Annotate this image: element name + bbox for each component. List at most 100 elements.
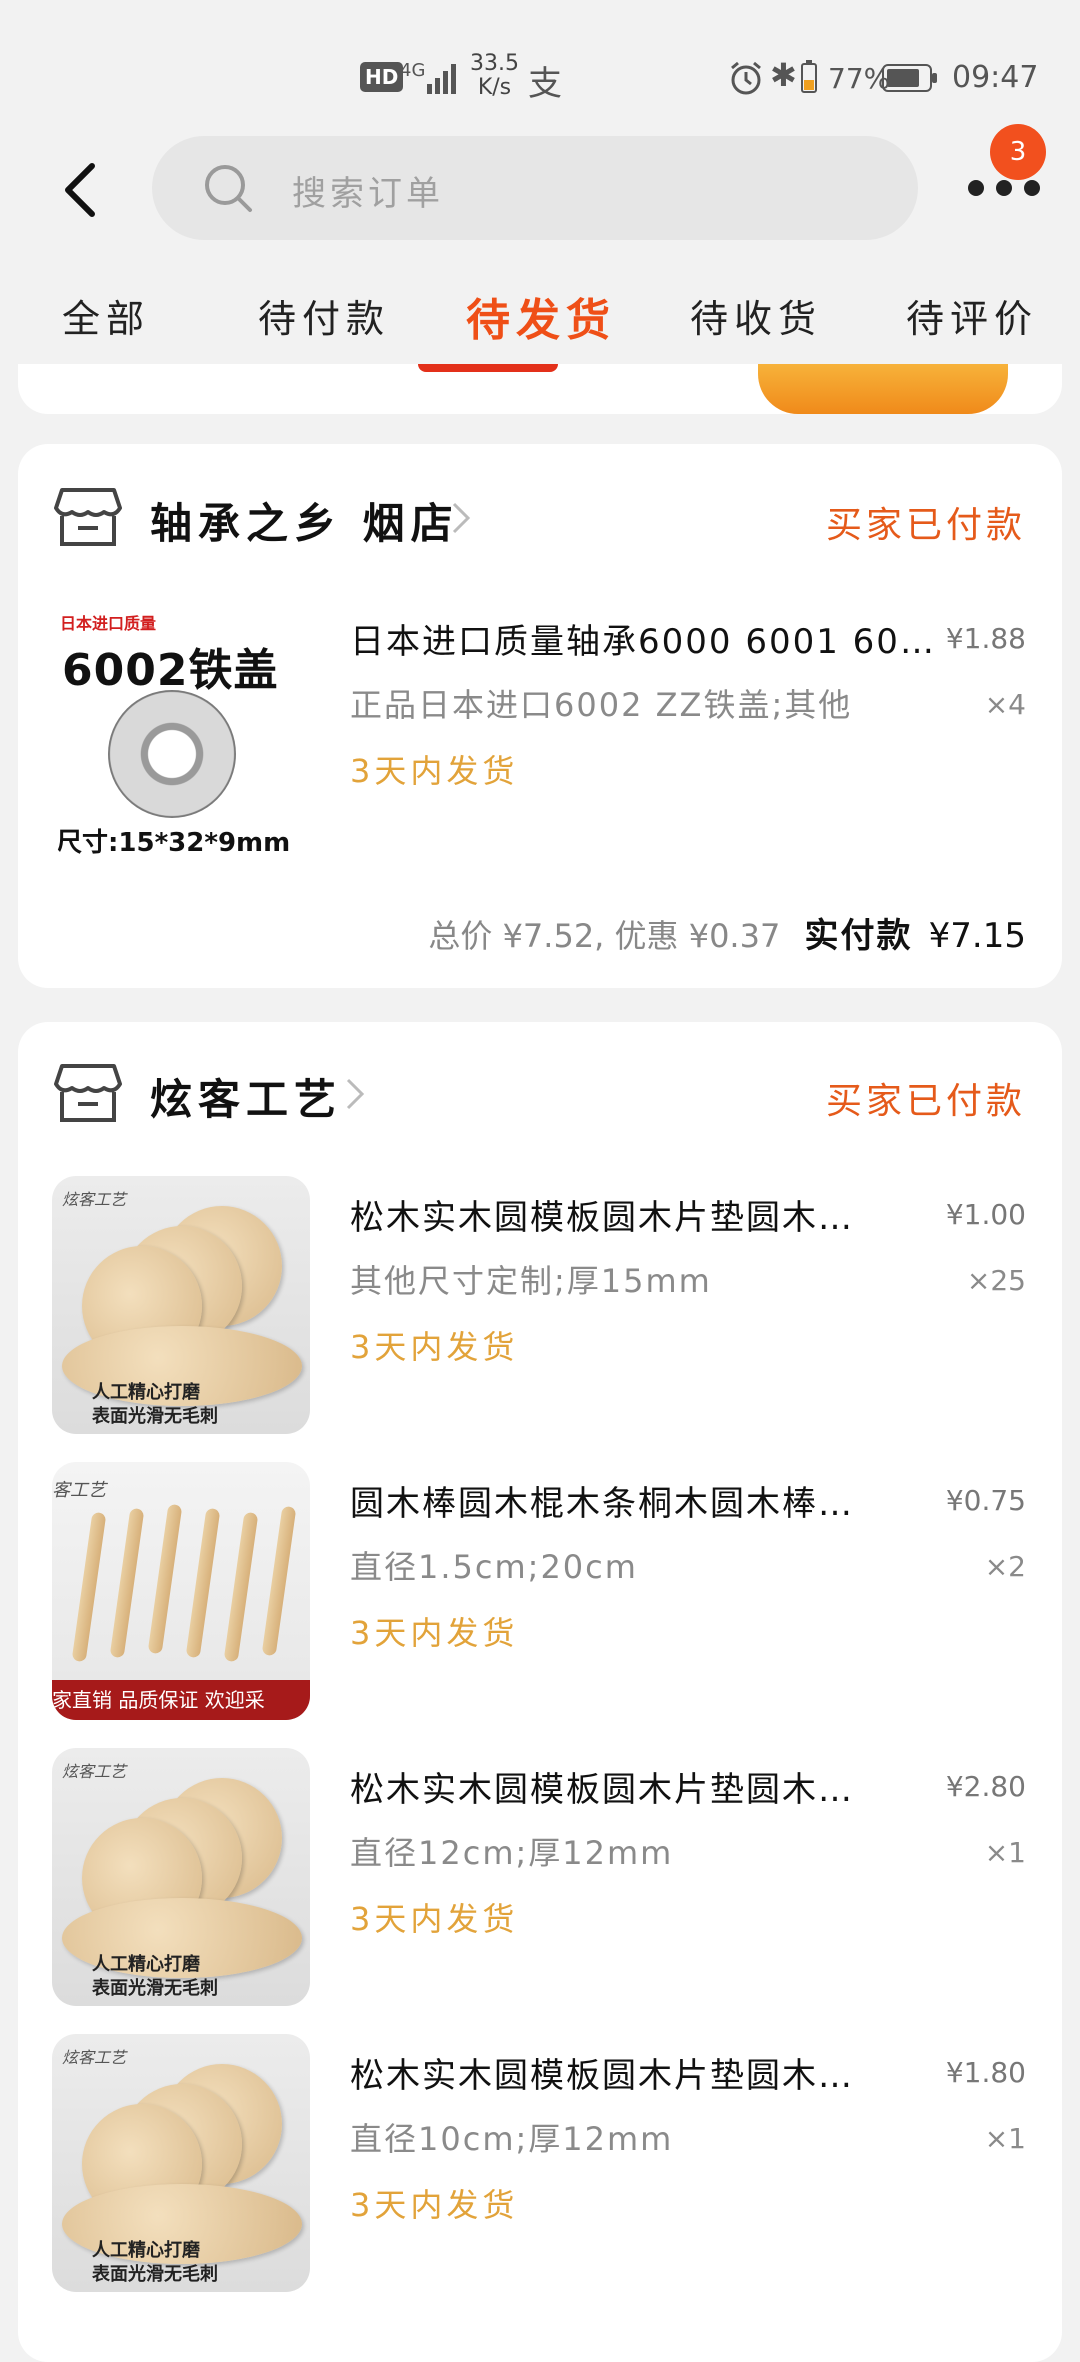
thumb-caption: 表面光滑无毛刺 <box>92 2264 218 2285</box>
product-price: ¥1.80 <box>945 2056 1026 2089</box>
product-quantity: ×25 <box>966 1264 1026 1297</box>
shop-name[interactable]: 炫客工艺 <box>150 1066 342 1127</box>
chevron-right-icon[interactable] <box>450 500 472 536</box>
product-title[interactable]: 松木实木圆模板圆木片垫圆木… <box>350 1762 950 1811</box>
wood-stick-image <box>185 1507 221 1659</box>
product-thumbnail[interactable]: 炫客工艺 人工精心打磨 表面光滑无毛刺 <box>52 2034 310 2292</box>
product-quantity: ×1 <box>984 1836 1026 1869</box>
network-speed: 33.5 K/s <box>470 52 519 100</box>
thumb-banner: 家直销 品质保证 欢迎采 <box>52 1680 310 1720</box>
product-thumbnail-fragment <box>758 364 1008 414</box>
wood-stick-image <box>223 1511 259 1663</box>
thumb-caption: 人工精心打磨 <box>92 1382 200 1403</box>
thumb-caption: 人工精心打磨 <box>92 1954 200 1975</box>
product-title[interactable]: 松木实木圆模板圆木片垫圆木… <box>350 1190 950 1239</box>
thumb-brand: 客工艺 <box>52 1480 106 1501</box>
wood-stick-image <box>109 1507 145 1659</box>
total-label: 总价 <box>428 917 493 955</box>
shop-icon <box>54 488 122 546</box>
thumb-caption: 表面光滑无毛刺 <box>92 1978 218 1999</box>
shipping-promise: 3天内发货 <box>350 752 519 790</box>
more-dot-icon <box>968 180 984 196</box>
product-spec: 直径1.5cm;20cm <box>350 1548 638 1586</box>
tab-pending-receipt[interactable]: 待收货 <box>690 288 822 343</box>
wood-stick-image <box>71 1511 107 1663</box>
shipping-promise: 3天内发货 <box>350 1614 519 1652</box>
product-spec: 正品日本进口6002 ZZ铁盖;其他 <box>350 686 853 724</box>
product-spec: 直径10cm;厚12mm <box>350 2120 674 2158</box>
alipay-icon: 支 <box>528 64 562 104</box>
search-icon <box>205 165 252 212</box>
search-input[interactable]: 搜索订单 <box>152 136 918 240</box>
wood-stick-image <box>147 1503 183 1655</box>
tab-pending-shipment[interactable]: 待发货 <box>466 284 616 348</box>
thumb-caption: 表面光滑无毛刺 <box>92 1406 218 1427</box>
order-tabs: 全部 待付款 待发货 待收货 待评价 <box>0 270 1080 360</box>
product-thumbnail[interactable]: 炫客工艺 人工精心打磨 表面光滑无毛刺 <box>52 1748 310 2006</box>
order-card[interactable]: 炫客工艺 买家已付款 炫客工艺 人工精心打磨 表面光滑无毛刺 松木实木圆模板圆木… <box>18 1022 1062 2362</box>
shipping-promise: 3天内发货 <box>350 1328 519 1366</box>
thumb-title: 6002铁盖 <box>62 645 279 696</box>
product-price: ¥0.75 <box>945 1484 1026 1517</box>
product-title[interactable]: 圆木棒圆木棍木条桐木圆木棒… <box>350 1476 950 1525</box>
network-type: 4G <box>400 60 426 81</box>
discount-label: 优惠 <box>614 917 679 955</box>
bearing-image <box>108 690 236 818</box>
product-thumbnail[interactable]: 客工艺 家直销 品质保证 欢迎采 <box>52 1462 310 1720</box>
discount-value: ¥0.37 <box>688 917 781 955</box>
speed-value: 33.5 <box>470 51 519 76</box>
clock: 09:47 <box>952 60 1039 95</box>
product-title[interactable]: 松木实木圆模板圆木片垫圆木… <box>350 2048 950 2097</box>
order-totals: 总价 ¥7.52, 优惠 ¥0.37 实付款 ¥7.15 <box>428 916 1026 956</box>
alarm-icon <box>731 61 761 95</box>
order-item[interactable]: 客工艺 家直销 品质保证 欢迎采 圆木棒圆木棍木条桐木圆木棒… 直径1.5cm;… <box>18 1462 1062 1722</box>
speed-unit: K/s <box>477 75 512 100</box>
notification-badge: 3 <box>990 124 1046 180</box>
paid-label: 实付款 <box>804 916 913 956</box>
product-quantity: ×2 <box>984 1550 1026 1583</box>
more-options-button[interactable] <box>964 180 1044 200</box>
order-item[interactable]: 炫客工艺 人工精心打磨 表面光滑无毛刺 松木实木圆模板圆木片垫圆木… 直径12c… <box>18 1748 1062 2008</box>
wood-stick-image <box>261 1505 297 1657</box>
product-thumbnail[interactable]: 炫客工艺 人工精心打磨 表面光滑无毛刺 <box>52 1176 310 1434</box>
product-price: ¥2.80 <box>945 1770 1026 1803</box>
shop-icon <box>54 1064 122 1122</box>
thumb-brand: 炫客工艺 <box>62 1762 127 1781</box>
thumb-caption: 人工精心打磨 <box>92 2240 200 2261</box>
back-arrow-icon[interactable] <box>60 160 104 220</box>
hd-indicator: HD <box>360 62 404 92</box>
order-status: 买家已付款 <box>825 505 1026 546</box>
thumb-size-label: 尺寸:15*32*9mm <box>56 828 291 858</box>
paid-value: ¥7.15 <box>928 916 1026 956</box>
battery-icon <box>882 64 937 92</box>
more-dot-icon <box>1024 180 1040 196</box>
product-quantity: ×1 <box>984 2122 1026 2155</box>
product-price: ¥1.00 <box>945 1198 1026 1231</box>
status-bar: HD 4G 33.5 K/s 支 ✱ 77% 09:47 <box>0 0 1080 140</box>
product-quantity: ×4 <box>984 688 1026 721</box>
shop-name[interactable]: 轴承之乡 烟店 <box>150 490 459 551</box>
shipping-promise: 3天内发货 <box>350 2186 519 2224</box>
product-thumbnail[interactable]: 日本进口质量 6002铁盖 尺寸:15*32*9mm <box>52 600 310 858</box>
order-item[interactable]: 炫客工艺 人工精心打磨 表面光滑无毛刺 松木实木圆模板圆木片垫圆木… 其他尺寸定… <box>18 1176 1062 1436</box>
tab-all[interactable]: 全部 <box>62 288 150 343</box>
thumb-brand: 炫客工艺 <box>62 1190 127 1209</box>
shipping-promise: 3天内发货 <box>350 1900 519 1938</box>
tab-pending-review[interactable]: 待评价 <box>906 288 1038 343</box>
signal-icon <box>427 64 456 94</box>
product-price: ¥1.88 <box>945 622 1026 655</box>
search-placeholder: 搜索订单 <box>292 174 444 214</box>
order-card[interactable]: 轴承之乡 烟店 买家已付款 日本进口质量 6002铁盖 尺寸:15*32*9mm… <box>18 444 1062 988</box>
thumb-brand: 炫客工艺 <box>62 2048 127 2067</box>
tab-pending-payment[interactable]: 待付款 <box>258 288 390 343</box>
previous-order-card[interactable] <box>18 364 1062 414</box>
thumb-label: 日本进口质量 <box>60 614 157 633</box>
chevron-right-icon[interactable] <box>344 1076 366 1112</box>
order-item[interactable]: 炫客工艺 人工精心打磨 表面光滑无毛刺 松木实木圆模板圆木片垫圆木… 直径10c… <box>18 2034 1062 2294</box>
product-title[interactable]: 日本进口质量轴承6000 6001 6002… <box>350 614 950 663</box>
battery-percent: 77% <box>828 62 891 95</box>
product-spec: 直径12cm;厚12mm <box>350 1834 674 1872</box>
battery-saver-icon <box>801 60 817 93</box>
order-item[interactable]: 日本进口质量 6002铁盖 尺寸:15*32*9mm 日本进口质量轴承6000 … <box>18 600 1062 860</box>
product-thumbnail-fragment <box>418 364 558 372</box>
